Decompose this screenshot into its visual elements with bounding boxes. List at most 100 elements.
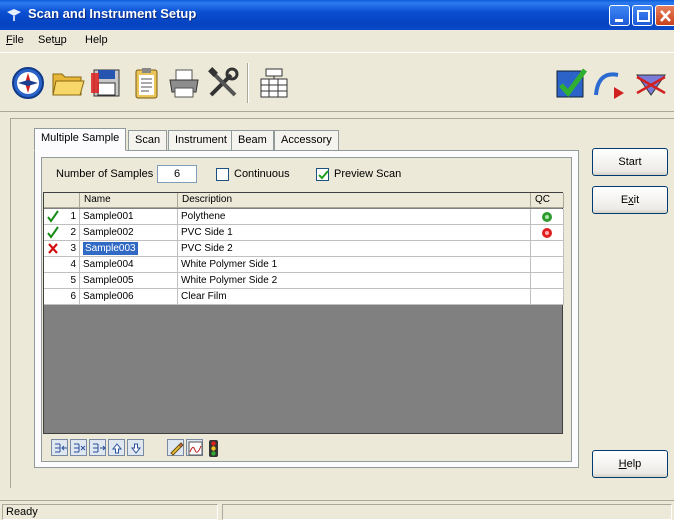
- cross-icon: [48, 243, 58, 254]
- table-row-selected[interactable]: 3 Sample003 PVC Side 2: [44, 241, 564, 257]
- arrow-down-icon: [130, 443, 142, 454]
- app-icon: [7, 9, 21, 21]
- tab-multiple-sample[interactable]: Multiple Sample: [34, 128, 127, 151]
- table-header-description[interactable]: Description: [178, 193, 531, 208]
- row-qc: [531, 241, 564, 257]
- row-qc: [531, 209, 564, 225]
- row-name[interactable]: Sample002: [80, 225, 178, 241]
- row-qc: [531, 257, 564, 273]
- insert-row-button[interactable]: [51, 439, 68, 456]
- checkmark-icon: [318, 170, 329, 180]
- row-index: 6: [44, 289, 80, 305]
- menu-file[interactable]: File: [6, 34, 24, 46]
- samples-table: Name Description QC 1 Sample001 Polythen…: [43, 192, 564, 434]
- row-name[interactable]: Sample006: [80, 289, 178, 305]
- qc-pass-icon: [542, 212, 552, 222]
- row-status-cell: 1: [44, 209, 80, 225]
- check-icon: [47, 210, 59, 223]
- table-header-qc[interactable]: QC: [531, 193, 564, 208]
- status-pane-secondary: [222, 504, 672, 520]
- minimize-icon: [615, 19, 623, 22]
- tools-icon[interactable]: [205, 65, 241, 101]
- row-description[interactable]: PVC Side 2: [178, 241, 531, 257]
- row-status-cell: 2: [44, 225, 80, 241]
- window-title: Scan and Instrument Setup: [28, 6, 197, 21]
- spectrum-view-button[interactable]: [186, 439, 203, 456]
- maximize-button[interactable]: [632, 5, 653, 26]
- move-up-button[interactable]: [108, 439, 125, 456]
- row-index: 4: [44, 257, 80, 273]
- append-row-button[interactable]: [89, 439, 106, 456]
- row-index: 3: [70, 243, 76, 254]
- row-name-text: Sample003: [83, 242, 138, 255]
- row-name[interactable]: Sample004: [80, 257, 178, 273]
- help-button[interactable]: Help: [592, 450, 668, 478]
- tab-beam[interactable]: Beam: [231, 130, 274, 150]
- row-description[interactable]: Clear Film: [178, 289, 531, 305]
- toolbar: [0, 52, 674, 112]
- arrow-up-icon: [111, 443, 123, 454]
- prism-icon[interactable]: [633, 65, 669, 101]
- row-description[interactable]: White Polymer Side 1: [178, 257, 531, 273]
- table-header-status: [44, 193, 80, 208]
- menu-setup[interactable]: Setup: [38, 34, 67, 46]
- minimize-button[interactable]: [609, 5, 630, 26]
- row-index: 1: [70, 211, 76, 222]
- table-config-icon[interactable]: [256, 65, 292, 101]
- continuous-checkbox[interactable]: [216, 168, 229, 181]
- status-bar: Ready: [0, 500, 674, 520]
- check-icon: [47, 226, 59, 239]
- close-button[interactable]: [655, 5, 674, 26]
- traffic-light-button[interactable]: [205, 439, 222, 457]
- delete-row-icon: [74, 443, 86, 453]
- table-row[interactable]: 2 Sample002 PVC Side 1: [44, 225, 564, 241]
- num-samples-label: Number of Samples: [56, 168, 154, 180]
- traffic-light-icon: [209, 440, 218, 457]
- pencil-icon: [170, 442, 184, 456]
- tab-instrument[interactable]: Instrument: [168, 130, 234, 150]
- check-calibration-icon[interactable]: [553, 65, 589, 101]
- title-bar[interactable]: Scan and Instrument Setup: [0, 0, 674, 30]
- table-row[interactable]: 6 Sample006 Clear Film: [44, 289, 564, 305]
- printer-icon[interactable]: [166, 65, 202, 101]
- close-icon: [660, 10, 671, 22]
- clipboard-icon[interactable]: [128, 65, 164, 101]
- preview-scan-label: Preview Scan: [334, 168, 402, 180]
- row-name[interactable]: Sample001: [80, 209, 178, 225]
- row-name[interactable]: Sample003: [80, 241, 178, 257]
- append-row-icon: [93, 443, 106, 453]
- row-description[interactable]: White Polymer Side 2: [178, 273, 531, 289]
- preview-scan-checkbox[interactable]: [316, 168, 329, 181]
- table-row[interactable]: 5 Sample005 White Polymer Side 2: [44, 273, 564, 289]
- table-header-name[interactable]: Name: [80, 193, 178, 208]
- menu-help[interactable]: Help: [85, 34, 108, 46]
- arc-arrow-icon[interactable]: [590, 65, 626, 101]
- row-qc: [531, 225, 564, 241]
- edit-sample-button[interactable]: [167, 439, 184, 456]
- maximize-icon: [637, 10, 650, 22]
- row-index: 5: [44, 273, 80, 289]
- num-samples-input[interactable]: 6: [157, 165, 197, 183]
- menu-bar: File Setup Help: [0, 30, 674, 50]
- row-name[interactable]: Sample005: [80, 273, 178, 289]
- tab-accessory[interactable]: Accessory: [274, 130, 339, 150]
- row-qc: [531, 289, 564, 305]
- row-description[interactable]: Polythene: [178, 209, 531, 225]
- toolbar-separator: [247, 63, 249, 103]
- tab-scan[interactable]: Scan: [128, 130, 168, 150]
- status-text: Ready: [2, 504, 218, 520]
- row-description[interactable]: PVC Side 1: [178, 225, 531, 241]
- insert-row-icon: [55, 443, 67, 453]
- move-down-button[interactable]: [127, 439, 144, 456]
- main-window: Scan and Instrument Setup File Setup Hel…: [0, 0, 674, 520]
- delete-row-button[interactable]: [70, 439, 87, 456]
- open-folder-icon[interactable]: [50, 65, 86, 101]
- start-button[interactable]: Start: [592, 148, 668, 176]
- table-row[interactable]: 1 Sample001 Polythene: [44, 209, 564, 225]
- save-disk-icon[interactable]: [88, 65, 124, 101]
- exit-button[interactable]: Exit: [592, 186, 668, 214]
- compass-icon[interactable]: [10, 65, 46, 101]
- table-row[interactable]: 4 Sample004 White Polymer Side 1: [44, 257, 564, 273]
- row-index: 2: [70, 227, 76, 238]
- row-qc: [531, 273, 564, 289]
